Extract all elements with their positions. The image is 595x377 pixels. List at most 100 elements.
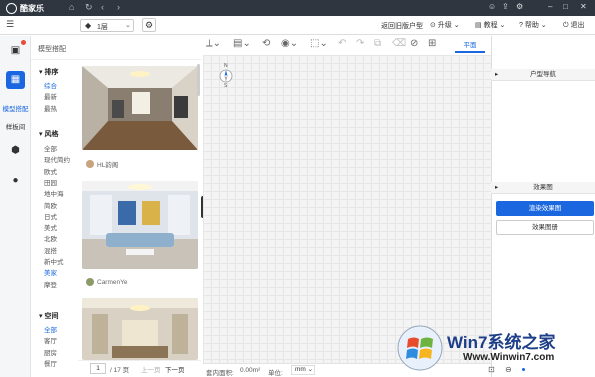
expand-icon[interactable]: ▸ bbox=[495, 182, 498, 194]
filter-option[interactable]: 全部 bbox=[44, 324, 57, 334]
floorplan-nav-header: ▸ 户型导航 bbox=[491, 69, 595, 81]
filter-option[interactable]: 新中式 bbox=[44, 256, 64, 266]
filter-option[interactable]: 欧式 bbox=[44, 166, 57, 176]
floor-label: 1层 bbox=[97, 24, 108, 31]
floorplan-canvas[interactable] bbox=[203, 55, 491, 363]
minimize-icon[interactable]: – bbox=[548, 2, 552, 11]
collapse-menu-icon[interactable]: ☰ bbox=[6, 19, 20, 32]
expand-icon[interactable]: ▸ bbox=[495, 69, 498, 81]
filter-option[interactable]: 北欧 bbox=[44, 233, 57, 243]
area-label: 套内面积: bbox=[206, 370, 234, 377]
filter-heading-sort: ▾ 排序 bbox=[39, 69, 59, 76]
filter-option[interactable]: 美家 bbox=[44, 267, 57, 277]
compass[interactable]: N S bbox=[219, 63, 233, 90]
help-button[interactable]: ? 帮助 ⌄ bbox=[519, 20, 547, 30]
cube-icon[interactable]: ⬢ bbox=[6, 142, 25, 160]
page-total: / 17 页 bbox=[110, 367, 130, 374]
watermark: Win7系统之家 Www.Winwin7.com bbox=[397, 323, 595, 377]
back-icon[interactable]: ‹ bbox=[101, 2, 104, 12]
filter-heading-space: ▾ 空间 bbox=[39, 313, 59, 320]
area-value: 0.00m² bbox=[240, 367, 261, 374]
filter-option[interactable]: 餐厅 bbox=[44, 358, 57, 368]
floor-select[interactable]: ◆ 1层 ⌄ bbox=[80, 19, 134, 32]
nav-item-sample-room[interactable]: 样板间 bbox=[0, 121, 31, 131]
filter-option[interactable]: 美式 bbox=[44, 222, 57, 232]
filter-option[interactable]: 全部 bbox=[44, 143, 57, 153]
unit-select[interactable]: mm ⌄ bbox=[291, 365, 315, 375]
author-name: CarmenYe bbox=[97, 278, 128, 286]
windows-logo-icon bbox=[397, 325, 443, 371]
collapse-caret-icon: ▾ bbox=[39, 313, 43, 320]
filter-heading-style: ▾ 风格 bbox=[39, 131, 59, 138]
home-icon[interactable]: ⌂ bbox=[69, 2, 74, 12]
upgrade-label: 升级 bbox=[437, 22, 452, 29]
measure-icon[interactable]: ⟲ bbox=[262, 38, 270, 54]
upgrade-button[interactable]: ⊙ 升级 ⌄ bbox=[430, 20, 460, 30]
filter-option[interactable]: 摩登 bbox=[44, 279, 57, 289]
copy-icon[interactable]: ⧉ bbox=[374, 38, 381, 54]
app-brand: 酷家乐 bbox=[20, 4, 44, 13]
filter-option[interactable]: 简欧 bbox=[44, 200, 57, 210]
share-icon[interactable]: ⇪ bbox=[502, 2, 509, 11]
render-button[interactable]: 渲染效果图 bbox=[496, 201, 594, 216]
redo-icon[interactable]: ↷ bbox=[356, 38, 364, 54]
filter-option[interactable]: 综合 bbox=[44, 80, 57, 90]
close-icon[interactable]: ✕ bbox=[580, 2, 587, 11]
undo-icon[interactable]: ↶ bbox=[338, 38, 346, 54]
filter-list: ▾ 排序 综合 最新 最热 ▾ 风格 全部 现代简约 欧式 田园 地中海 简欧 日式 美式 北欧 混搭… bbox=[31, 60, 76, 377]
notification-dot bbox=[21, 40, 26, 45]
view-eye-icon[interactable]: ◉⌄ bbox=[281, 38, 298, 54]
room-thumbnail bbox=[82, 66, 198, 150]
model-match-icon[interactable]: ▦ bbox=[6, 71, 25, 89]
filter-option[interactable]: 厨房 bbox=[44, 347, 57, 357]
filter-option[interactable]: 田园 bbox=[44, 177, 57, 187]
compass-north: N bbox=[224, 63, 228, 69]
exit-button[interactable]: ⏻ 退出 bbox=[563, 20, 585, 30]
tutorial-button[interactable]: ▤ 教程 ⌄ bbox=[475, 20, 505, 30]
template-card[interactable] bbox=[82, 298, 198, 360]
delete-icon[interactable]: ⌫ bbox=[392, 38, 406, 54]
help-label: 帮助 bbox=[524, 22, 539, 29]
forward-icon[interactable]: › bbox=[117, 2, 120, 12]
filter-option[interactable]: 客厅 bbox=[44, 335, 57, 345]
book-icon: ▤ bbox=[475, 22, 482, 29]
template-card[interactable]: HL韵阁 bbox=[82, 66, 198, 169]
page-input[interactable]: 1 bbox=[90, 363, 106, 374]
refresh-icon[interactable]: ↻ bbox=[85, 2, 93, 13]
draw-wall-icon[interactable]: ⟂⌄ bbox=[206, 38, 221, 54]
room-thumbnail bbox=[82, 181, 198, 269]
select-icon[interactable]: ⬚⌄ bbox=[310, 38, 328, 54]
gallery-button[interactable]: 效果图册 bbox=[496, 220, 594, 235]
filter-option[interactable]: 地中海 bbox=[44, 188, 64, 198]
next-page-button[interactable]: 下一页 bbox=[165, 364, 185, 374]
app-logo-icon bbox=[6, 3, 17, 14]
maximize-icon[interactable]: □ bbox=[563, 2, 568, 11]
filter-option[interactable]: 最热 bbox=[44, 103, 57, 113]
template-card[interactable]: CarmenYe bbox=[82, 181, 198, 286]
settings-icon[interactable]: ⚙ bbox=[516, 2, 523, 11]
tutorial-label: 教程 bbox=[483, 22, 498, 29]
floor-settings-icon[interactable]: ⚙ bbox=[142, 18, 156, 32]
prev-page-button[interactable]: 上一页 bbox=[141, 364, 161, 374]
clear-icon[interactable]: ⊘ bbox=[410, 38, 418, 54]
panel-title: 模型搭配 bbox=[38, 46, 66, 53]
filter-option[interactable]: 日式 bbox=[44, 211, 57, 221]
return-old-button[interactable]: 返回旧版户型 bbox=[381, 21, 423, 31]
map-icon[interactable]: ⊞ bbox=[428, 38, 436, 54]
nav-item-model-match[interactable]: 模型搭配 bbox=[0, 103, 31, 113]
author-name: HL韵阁 bbox=[97, 162, 119, 169]
collapse-caret-icon: ▾ bbox=[39, 69, 43, 76]
filter-option[interactable]: 现代简约 bbox=[44, 154, 70, 164]
room-thumbnail bbox=[82, 298, 198, 360]
help-icon: ? bbox=[519, 22, 523, 29]
gallery-scrollbar[interactable] bbox=[197, 64, 200, 96]
person-icon[interactable]: ● bbox=[6, 172, 25, 190]
tab-plan[interactable]: 平面 bbox=[455, 39, 485, 53]
power-icon: ⏻ bbox=[563, 22, 569, 29]
filter-option[interactable]: 最新 bbox=[44, 91, 57, 101]
toolbox-icon[interactable]: ▤⌄ bbox=[233, 38, 251, 54]
filter-option[interactable]: 混搭 bbox=[44, 245, 57, 255]
user-icon[interactable]: ☺ bbox=[488, 2, 496, 11]
upgrade-icon: ⊙ bbox=[430, 22, 436, 29]
exit-label: 退出 bbox=[570, 22, 585, 29]
